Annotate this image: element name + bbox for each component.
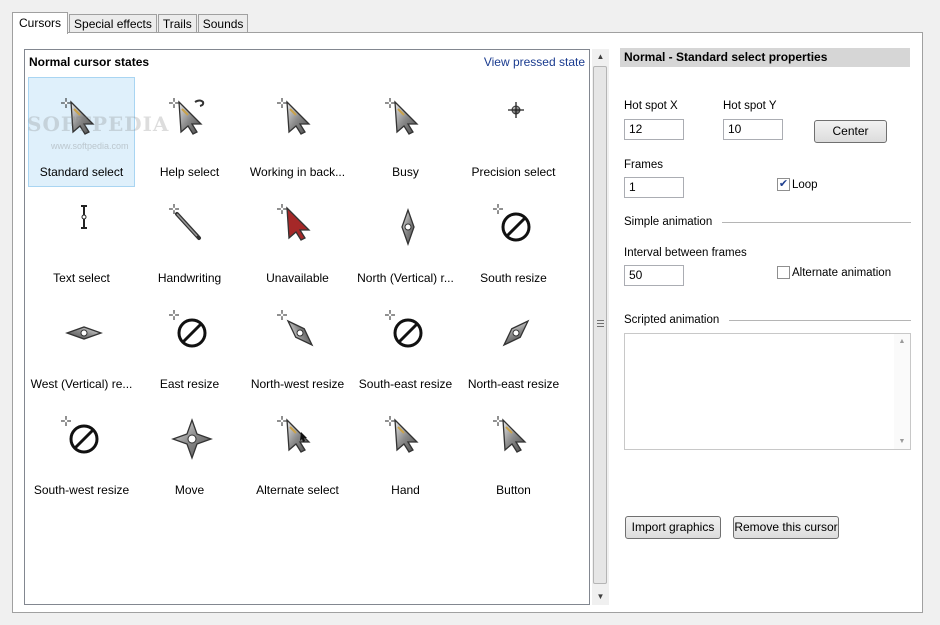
cursor-item-label: Precision select [471,165,556,179]
alternate-cursor-icon [275,414,325,464]
watermark: SOFTPEDIA [27,112,170,136]
interval-field[interactable]: 50 [624,265,684,286]
text-cursor-icon [59,202,109,252]
south-resize-icon [491,202,541,252]
cursor-item-label: Alternate select [256,483,339,497]
vertical-resize-icon [383,202,433,252]
hand-cursor-icon [383,414,433,464]
cursor-item[interactable]: East resize [136,289,243,399]
cursor-item-label: North-west resize [250,377,345,391]
cursor-item-label: Button [496,483,531,497]
cursor-item-label: East resize [159,377,220,391]
tab-sounds[interactable]: Sounds [197,14,249,33]
cursor-item-label: Help select [159,165,220,179]
frames-field[interactable]: 1 [624,177,684,198]
watermark-url: www.softpedia.com [51,141,129,151]
cursor-item[interactable]: Button [460,395,567,505]
busy-cursor-icon [383,96,433,146]
frames-label: Frames [624,159,663,171]
loop-label: Loop [792,179,818,191]
cursor-item-label: Standard select [39,165,124,179]
script-textarea[interactable]: ▲ ▼ [624,333,911,450]
cursor-item[interactable]: Working in back... [244,77,351,187]
properties-header: Normal - Standard select properties [620,48,910,67]
loop-checkbox[interactable]: ✔ [777,178,790,191]
center-button[interactable]: Center [814,120,887,143]
cursor-item[interactable]: Unavailable [244,183,351,293]
sw-resize-icon [59,414,109,464]
cursor-item[interactable]: North (Vertical) r... [352,183,459,293]
hotspot-y-field[interactable]: 10 [723,119,783,140]
cursor-item-label: Text select [53,271,110,285]
ne-resize-icon [491,308,541,358]
tab-strip: Cursors Special effects Trails Sounds [12,12,249,34]
scripted-animation-section: Scripted animation [624,314,911,326]
tab-trails[interactable]: Trails [157,14,197,33]
textarea-scroll-up-icon[interactable]: ▲ [894,338,910,345]
cursor-item-label: Handwriting [157,271,222,285]
hotspot-y-label: Hot spot Y [723,100,777,112]
hotspot-x-label: Hot spot X [624,100,678,112]
textarea-scrollbar[interactable]: ▲ ▼ [894,334,910,449]
cursor-item-label: South-west resize [33,483,130,497]
cursor-item[interactable]: Alternate select [244,395,351,505]
cursor-item-label: North-east resize [467,377,560,391]
help-cursor-icon [167,96,217,146]
cursor-list[interactable]: Normal cursor states View pressed state … [24,49,590,605]
textarea-scroll-down-icon[interactable]: ▼ [894,438,910,445]
cursor-item[interactable]: Handwriting [136,183,243,293]
simple-animation-label: Simple animation [624,216,713,228]
cursor-item-label: Working in back... [249,165,346,179]
cursor-item-label: Hand [391,483,420,497]
alternate-animation-checkbox[interactable] [777,266,790,279]
working-cursor-icon [275,96,325,146]
cursor-item[interactable]: South resize [460,183,567,293]
horizontal-resize-icon [59,308,109,358]
grip-icon [597,320,604,327]
cursor-item[interactable]: Text select [28,183,135,293]
checkmark-icon: ✔ [778,178,789,190]
scroll-thumb[interactable] [593,66,607,584]
cursor-item[interactable]: Precision select [460,77,567,187]
list-title: Normal cursor states [29,55,150,69]
cursor-item-label: Unavailable [266,271,329,285]
scripted-animation-label: Scripted animation [624,314,720,326]
cursor-item[interactable]: North-east resize [460,289,567,399]
cursor-item[interactable]: Hand [352,395,459,505]
nw-resize-icon [275,308,325,358]
alternate-animation-label: Alternate animation [792,267,892,279]
cursor-item-label: Move [174,483,205,497]
east-resize-icon [167,308,217,358]
unavailable-cursor-icon [275,202,325,252]
tab-special-effects[interactable]: Special effects [69,14,157,33]
cursor-item-label: West (Vertical) re... [30,377,133,391]
move-cursor-icon [167,414,217,464]
interval-label: Interval between frames [624,247,747,259]
cursor-item-label: South-east resize [358,377,453,391]
pen-cursor-icon [167,202,217,252]
list-scrollbar[interactable]: ▲ ▼ [592,49,609,605]
se-resize-icon [383,308,433,358]
button-cursor-icon [491,414,541,464]
remove-cursor-button[interactable]: Remove this cursor [733,516,839,539]
hotspot-x-field[interactable]: 12 [624,119,684,140]
cursor-item[interactable]: South-east resize [352,289,459,399]
simple-animation-section: Simple animation [624,216,911,228]
cursor-item[interactable]: Move [136,395,243,505]
tab-cursors[interactable]: Cursors [12,12,69,34]
crosshair-cursor-icon [491,96,541,146]
cursor-item[interactable]: South-west resize [28,395,135,505]
import-graphics-button[interactable]: Import graphics [625,516,721,539]
cursor-item[interactable]: North-west resize [244,289,351,399]
scroll-down-arrow-icon[interactable]: ▼ [592,589,609,605]
cursor-item[interactable]: Busy [352,77,459,187]
cursor-item-label: South resize [480,271,547,285]
cursor-item[interactable]: West (Vertical) re... [28,289,135,399]
cursor-item-label: Busy [392,165,419,179]
view-pressed-state-link[interactable]: View pressed state [484,55,585,69]
cursor-item-label: North (Vertical) r... [357,271,454,285]
scroll-up-arrow-icon[interactable]: ▲ [592,49,609,65]
